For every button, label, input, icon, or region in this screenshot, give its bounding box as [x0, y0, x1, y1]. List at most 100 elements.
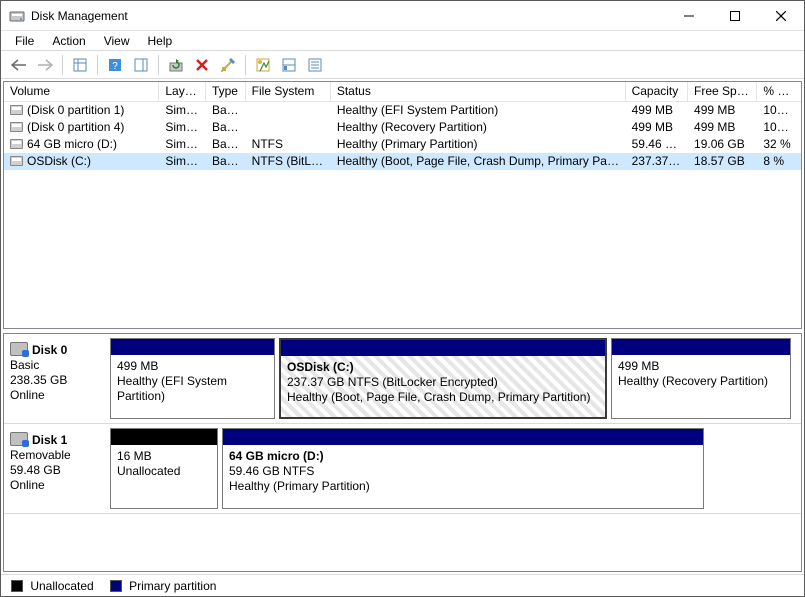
menu-action[interactable]: Action — [44, 33, 93, 49]
legend: Unallocated Primary partition — [1, 574, 804, 596]
col-pctfree[interactable]: % Free — [757, 82, 801, 101]
drive-icon — [10, 105, 23, 115]
volume-name: 64 GB micro (D:) — [27, 137, 117, 151]
volume-capacity: 237.37 GB — [626, 152, 688, 171]
volume-name: (Disk 0 partition 1) — [27, 103, 124, 117]
drive-icon — [10, 156, 23, 166]
partition-line3: Unallocated — [117, 464, 211, 479]
volume-fs: NTFS (BitLo... — [246, 152, 331, 171]
volume-row[interactable]: (Disk 0 partition 1)SimpleBasicHealthy (… — [4, 102, 801, 119]
legend-primary: Primary partition — [110, 579, 217, 593]
refresh-button[interactable] — [164, 54, 188, 76]
window-title: Disk Management — [31, 9, 128, 23]
partition-stripe — [223, 429, 703, 445]
partition-primary[interactable]: 64 GB micro (D:)59.46 GB NTFSHealthy (Pr… — [222, 428, 704, 509]
partition-line2: 237.37 GB NTFS (BitLocker Encrypted) — [287, 375, 599, 390]
partition-line2: 499 MB — [117, 359, 268, 374]
volume-name: (Disk 0 partition 4) — [27, 120, 124, 134]
partition-primary[interactable]: OSDisk (C:)237.37 GB NTFS (BitLocker Enc… — [279, 338, 607, 419]
volume-type: Basic — [206, 152, 246, 171]
volume-status: Healthy (Boot, Page File, Crash Dump, Pr… — [331, 152, 626, 171]
disk-row: Disk 1Removable59.48 GBOnline16 MBUnallo… — [4, 424, 801, 514]
partition-primary[interactable]: 499 MBHealthy (EFI System Partition) — [110, 338, 275, 419]
partition-line3: Healthy (Boot, Page File, Crash Dump, Pr… — [287, 390, 599, 405]
partition-stripe — [281, 340, 605, 356]
toolbar-separator — [62, 55, 63, 75]
col-freespace[interactable]: Free Space — [688, 82, 757, 101]
partition-stripe — [111, 339, 274, 355]
disk-size: 59.48 GB — [10, 463, 104, 478]
menu-view[interactable]: View — [96, 33, 138, 49]
disk-graphical-pane[interactable]: Disk 0Basic238.35 GBOnline499 MBHealthy … — [3, 333, 802, 572]
app-icon — [9, 8, 25, 24]
disk-state: Online — [10, 478, 104, 493]
volume-rows[interactable]: (Disk 0 partition 1) SimpleBasic Healthy (… — [4, 102, 801, 328]
col-capacity[interactable]: Capacity — [626, 82, 688, 101]
disk-icon — [10, 432, 28, 446]
partition-line3: Healthy (EFI System Partition) — [117, 374, 268, 404]
partition-stripe — [612, 339, 790, 355]
menu-file[interactable]: File — [7, 33, 42, 49]
volume-layout: Simple — [159, 152, 206, 171]
titlebar: Disk Management — [1, 1, 804, 31]
swatch-unallocated-icon — [11, 580, 23, 592]
disk-name: Disk 0 — [32, 343, 67, 357]
close-button[interactable] — [758, 1, 804, 31]
show-hide-console-tree-button[interactable] — [68, 54, 92, 76]
toolbar: ? — [1, 51, 804, 79]
col-type[interactable]: Type — [206, 82, 246, 101]
volume-list-pane: Volume Layout Type File System Status Ca… — [3, 81, 802, 329]
drive-icon — [10, 139, 23, 149]
col-filesystem[interactable]: File System — [246, 82, 331, 101]
volume-free: 18.57 GB — [688, 152, 757, 171]
forward-button[interactable] — [33, 54, 57, 76]
volume-row[interactable]: 64 GB micro (D:)SimpleBasicNTFSHealthy (… — [4, 136, 801, 153]
properties-button[interactable] — [216, 54, 240, 76]
col-status[interactable]: Status — [331, 82, 626, 101]
help-button[interactable]: ? — [103, 54, 127, 76]
partition-unallocated[interactable]: 16 MBUnallocated — [110, 428, 218, 509]
volume-pct: 8 % — [757, 152, 801, 171]
disk-state: Online — [10, 388, 104, 403]
partition-body: OSDisk (C:)237.37 GB NTFS (BitLocker Enc… — [281, 356, 605, 417]
minimize-button[interactable] — [666, 1, 712, 31]
disk-info[interactable]: Disk 0Basic238.35 GBOnline — [8, 338, 106, 419]
disk-graph: 16 MBUnallocated64 GB micro (D:)59.46 GB… — [110, 428, 797, 509]
partition-primary[interactable]: 499 MBHealthy (Recovery Partition) — [611, 338, 791, 419]
menubar: File Action View Help — [1, 31, 804, 51]
settings-bottom-button[interactable] — [277, 54, 301, 76]
disk-type: Removable — [10, 448, 104, 463]
partition-title: 64 GB micro (D:) — [229, 449, 697, 464]
partition-body: 16 MBUnallocated — [111, 445, 217, 508]
disk-icon — [10, 342, 28, 356]
swatch-primary-icon — [110, 580, 122, 592]
menu-help[interactable]: Help — [140, 33, 181, 49]
disk-row: Disk 0Basic238.35 GBOnline499 MBHealthy … — [4, 334, 801, 424]
disk-type: Basic — [10, 358, 104, 373]
volume-name: OSDisk (C:) — [27, 154, 91, 168]
partition-body: 64 GB micro (D:)59.46 GB NTFSHealthy (Pr… — [223, 445, 703, 508]
maximize-button[interactable] — [712, 1, 758, 31]
partition-body: 499 MBHealthy (Recovery Partition) — [612, 355, 790, 418]
column-headers: Volume Layout Type File System Status Ca… — [4, 82, 801, 102]
settings-list-button[interactable] — [303, 54, 327, 76]
partition-line2: 16 MB — [117, 449, 211, 464]
toolbar-separator — [245, 55, 246, 75]
legend-unallocated: Unallocated — [11, 579, 94, 593]
partition-title: OSDisk (C:) — [287, 360, 599, 375]
partition-body: 499 MBHealthy (EFI System Partition) — [111, 355, 274, 418]
partition-line3: Healthy (Primary Partition) — [229, 479, 697, 494]
delete-button[interactable] — [190, 54, 214, 76]
col-layout[interactable]: Layout — [159, 82, 206, 101]
disk-name: Disk 1 — [32, 433, 67, 447]
disk-size: 238.35 GB — [10, 373, 104, 388]
settings-top-button[interactable] — [251, 54, 275, 76]
action-pane-button[interactable] — [129, 54, 153, 76]
volume-row[interactable]: OSDisk (C:) SimpleBasicNTFS (BitLo...Heal… — [4, 153, 801, 170]
disk-info[interactable]: Disk 1Removable59.48 GBOnline — [8, 428, 106, 509]
partition-line2: 499 MB — [618, 359, 784, 374]
svg-text:?: ? — [112, 61, 118, 72]
volume-row[interactable]: (Disk 0 partition 4)SimpleBasicHealthy (… — [4, 119, 801, 136]
back-button[interactable] — [7, 54, 31, 76]
col-volume[interactable]: Volume — [4, 82, 159, 101]
